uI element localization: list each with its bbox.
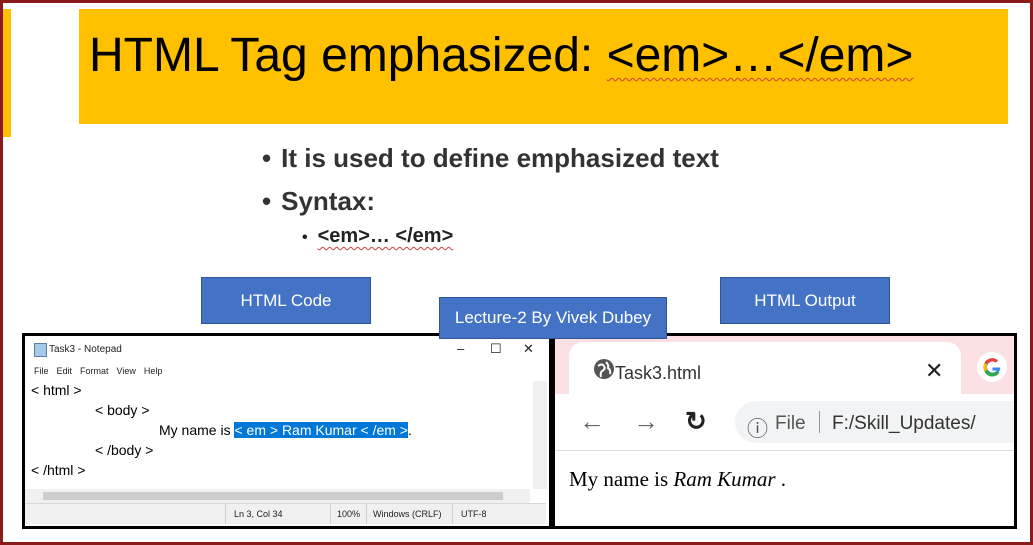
menu-help[interactable]: Help [144,366,163,376]
menu-edit[interactable]: Edit [57,366,73,376]
html-code-label: HTML Code [201,277,371,324]
sub-bullet: • <em>… </em> [302,225,453,248]
status-bar: Ln 3, Col 34 100% Windows (CRLF) UTF-8 [25,503,546,524]
slide-title: HTML Tag emphasized: <em>…</em> [89,28,913,83]
notepad-titlebar: Task3 - Notepad – ☐ ✕ [25,336,549,362]
selected-text: < em > Ram Kumar < /em > [234,422,408,438]
navigation-bar: ← → ↻ ⓘ File F:/Skill_Updates/ [555,394,1014,450]
title-code: <em>…</em> [606,29,914,82]
tab-close-icon[interactable]: ✕ [925,358,943,384]
code-line-3: My name is < em > Ram Kumar < /em >. [159,422,412,438]
minimize-button[interactable]: – [457,341,464,356]
decor-bar [3,9,11,137]
vertical-scrollbar[interactable] [533,381,547,489]
status-divider [225,504,226,524]
output-suffix: . [775,467,786,491]
scrollbar-thumb[interactable] [43,492,503,500]
bullet-2: • Syntax: [262,186,375,217]
google-icon[interactable] [977,352,1007,382]
horizontal-scrollbar[interactable] [25,489,530,503]
status-divider [452,504,453,524]
status-zoom: 100% [337,509,361,519]
reload-icon[interactable]: ↻ [685,406,707,437]
output-prefix: My name is [569,467,674,491]
status-position: Ln 3, Col 34 [234,509,283,519]
google-logo [983,358,1001,377]
code-line-3-trailing: . [407,422,412,438]
tab-title: Task3.html [615,363,702,383]
menu-format[interactable]: Format [80,366,109,376]
globe-icon [594,359,614,379]
bullet-1-text: It is used to define emphasized text [281,143,719,173]
code-line-3-text: My name is [159,422,235,438]
notepad-menubar: File Edit Format View Help [34,366,170,376]
code-line-2: < body > [95,402,150,418]
close-button[interactable]: ✕ [523,341,534,357]
html-output-label: HTML Output [720,277,890,324]
notepad-window: Task3 - Notepad – ☐ ✕ File Edit Format View… [22,333,552,529]
menu-view[interactable]: View [117,366,136,376]
rendered-output: My name is Ram Kumar . [569,467,786,492]
status-divider [366,504,367,524]
notepad-title: Task3 - Notepad [49,344,122,355]
code-line-5: < /html > [31,462,86,478]
browser-tab[interactable]: Task3.html ✕ [569,342,961,394]
lecture-label: Lecture-2 By Vivek Dubey [439,297,667,339]
omnibox-url: F:/Skill_Updates/ [832,413,976,434]
maximize-button[interactable]: ☐ [490,341,502,357]
bullet-1: • It is used to define emphasized text [262,143,719,174]
bullet-marker: • [262,143,272,173]
sub-bullet-text: <em>… </em> [317,225,454,247]
browser-window: Task3.html ✕ ← → ↻ ⓘ File F:/Skill_Updat… [552,333,1017,529]
code-line-1: < html > [31,382,82,398]
info-icon[interactable]: ⓘ [747,413,768,443]
bullet-marker: • [262,186,272,216]
code-line-4: < /body > [95,442,154,458]
address-bar[interactable]: ⓘ File F:/Skill_Updates/ [735,401,1014,443]
menu-file[interactable]: File [34,366,49,376]
bullet-2-text: Syntax: [281,186,376,216]
tab-strip: Task3.html ✕ [555,336,1014,394]
status-divider [330,504,331,524]
status-encoding: UTF-8 [461,509,487,519]
status-line-ending: Windows (CRLF) [373,509,442,519]
omnibox-divider [819,411,820,433]
title-prefix: HTML Tag emphasized: [89,29,607,82]
omnibox-scheme: File [775,413,806,434]
output-emphasized: Ram Kumar [673,467,776,491]
forward-icon[interactable]: → [633,406,659,437]
back-icon[interactable]: ← [579,406,605,437]
notepad-icon [34,343,47,357]
bullet-marker: • [302,229,308,246]
page-content: My name is Ram Kumar . [555,450,1014,526]
